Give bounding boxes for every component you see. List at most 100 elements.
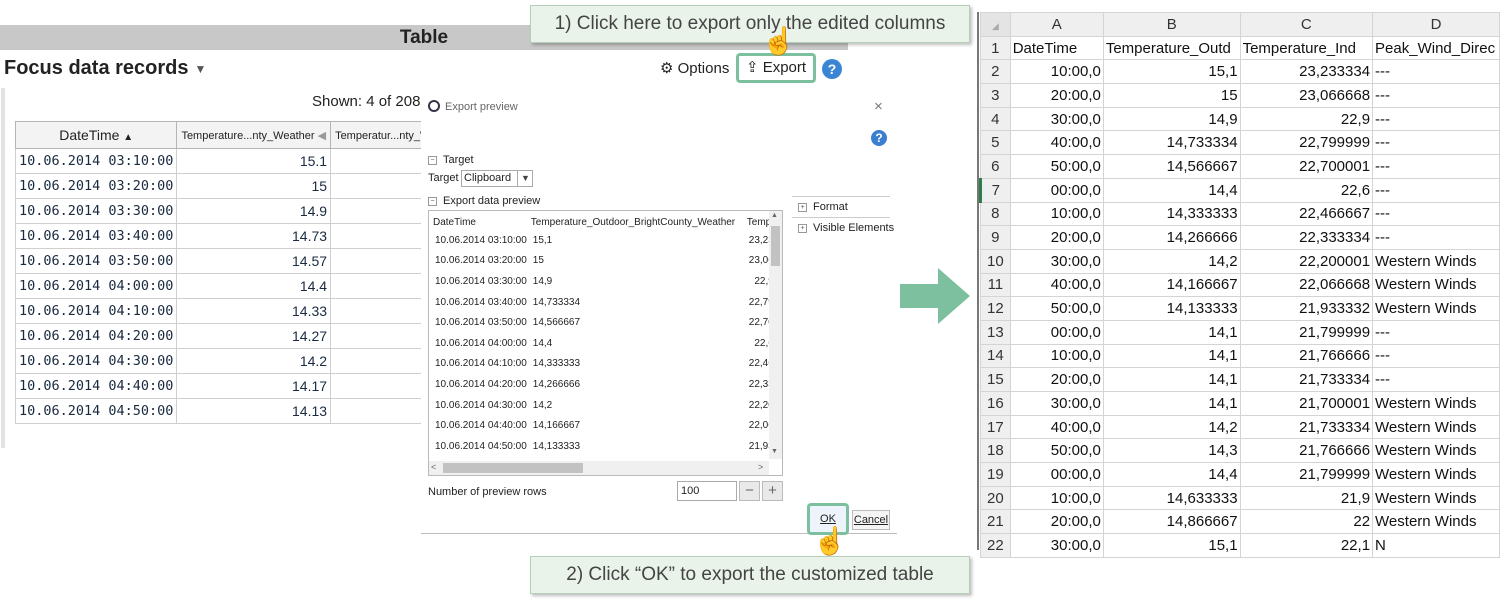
sheet-cell[interactable]: 22,799999: [1239, 130, 1374, 156]
sheet-cell[interactable]: Peak_Wind_Direc: [1372, 35, 1500, 61]
sheet-cell[interactable]: 15,1: [1102, 533, 1241, 558]
sheet-cell[interactable]: 14,133333: [1102, 296, 1241, 321]
sheet-cell[interactable]: 40:00,0: [1009, 272, 1104, 298]
row-header[interactable]: 16: [980, 391, 1011, 416]
increment-button[interactable]: +: [762, 481, 783, 501]
sheet-cell[interactable]: 14,566667: [1102, 154, 1241, 179]
sheet-cell[interactable]: DateTime: [1009, 35, 1104, 61]
sheet-cell[interactable]: 30:00,0: [1009, 106, 1104, 132]
sheet-cell[interactable]: ---: [1372, 106, 1500, 132]
sheet-cell[interactable]: 23,066668: [1239, 83, 1374, 108]
sheet-cell[interactable]: Western Winds: [1372, 509, 1500, 535]
spreadsheet-grid[interactable]: ◢ A B C D 1 DateTime Temperature_Outd Tempe…: [979, 12, 1500, 558]
table-row[interactable]: 10.06.2014 04:20:0014.2722.33: [14, 323, 478, 349]
sheet-cell[interactable]: 30:00,0: [1009, 533, 1104, 558]
table-row[interactable]: 10.06.2014 03:20:001523.07: [14, 173, 478, 199]
sheet-cell[interactable]: 14,1: [1102, 319, 1241, 345]
sheet-cell[interactable]: 15,1: [1102, 59, 1241, 85]
format-section-header[interactable]: + Format: [792, 196, 890, 213]
sheet-cell[interactable]: 50:00,0: [1009, 296, 1104, 321]
sheet-cell[interactable]: ---: [1372, 130, 1500, 156]
export-button[interactable]: ⇪ Export: [736, 53, 816, 83]
sheet-cell[interactable]: 22,6: [1239, 177, 1374, 203]
sheet-cell[interactable]: Temperature_Ind: [1239, 35, 1374, 61]
sheet-cell[interactable]: ---: [1372, 343, 1500, 369]
sheet-cell[interactable]: 00:00,0: [1009, 177, 1104, 203]
row-header[interactable]: 21: [980, 509, 1011, 535]
column-header-d[interactable]: D: [1372, 12, 1500, 37]
sheet-cell[interactable]: 50:00,0: [1009, 154, 1104, 179]
sheet-cell[interactable]: 00:00,0: [1009, 319, 1104, 345]
sheet-cell[interactable]: N: [1372, 533, 1500, 558]
scroll-right-icon[interactable]: >: [758, 462, 763, 472]
sheet-cell[interactable]: ---: [1372, 225, 1500, 250]
sheet-cell[interactable]: ---: [1372, 83, 1500, 108]
help-icon[interactable]: ?: [871, 130, 887, 146]
row-header[interactable]: 13: [980, 319, 1011, 345]
sheet-cell[interactable]: 21,933332: [1239, 296, 1374, 321]
sheet-cell[interactable]: 22,200001: [1239, 248, 1374, 274]
table-row[interactable]: 10.06.2014 04:30:0014.222.2: [14, 348, 478, 374]
column-header-temperature-outdoor[interactable]: Temperature...nty_Weather ◀: [176, 121, 332, 149]
sheet-cell[interactable]: 14,1: [1102, 343, 1241, 369]
row-header[interactable]: 18: [980, 438, 1011, 464]
sheet-cell[interactable]: 40:00,0: [1009, 414, 1104, 440]
chevron-down-icon[interactable]: ▼: [517, 170, 533, 187]
sheet-cell[interactable]: 10:00,0: [1009, 485, 1104, 511]
sheet-cell[interactable]: 23,233334: [1239, 59, 1374, 85]
sheet-cell[interactable]: 22,066668: [1239, 272, 1374, 298]
table-row[interactable]: 10.06.2014 04:10:0014.3322.47: [14, 298, 478, 324]
table-row[interactable]: 10.06.2014 03:10:0015.123.23: [14, 148, 478, 174]
sheet-cell[interactable]: 14,166667: [1102, 272, 1241, 298]
sheet-cell[interactable]: Western Winds: [1372, 485, 1500, 511]
vertical-scrollbar[interactable]: [1, 88, 5, 448]
row-header[interactable]: 19: [980, 462, 1011, 487]
sheet-cell[interactable]: ---: [1372, 319, 1500, 345]
options-button[interactable]: ⚙ Options: [660, 59, 729, 77]
sheet-cell[interactable]: 22: [1239, 509, 1374, 535]
table-row[interactable]: 10.06.2014 04:40:0014.1722.07: [14, 373, 478, 399]
row-header[interactable]: 17: [980, 414, 1011, 440]
sheet-cell[interactable]: 50:00,0: [1009, 438, 1104, 464]
sheet-cell[interactable]: 14,2: [1102, 248, 1241, 274]
sheet-cell[interactable]: Western Winds: [1372, 462, 1500, 487]
preview-rows-input[interactable]: 100: [677, 481, 737, 501]
sheet-cell[interactable]: 14,4: [1102, 462, 1241, 487]
row-header[interactable]: 8: [980, 201, 1011, 227]
table-row[interactable]: 10.06.2014 04:50:0014.1321.93: [14, 398, 478, 424]
help-icon[interactable]: ?: [822, 59, 842, 79]
row-header[interactable]: 4: [980, 106, 1011, 132]
sheet-cell[interactable]: 20:00,0: [1009, 509, 1104, 535]
table-row[interactable]: 10.06.2014 03:40:0014.7322.8: [14, 223, 478, 249]
row-header[interactable]: 6: [980, 154, 1011, 179]
sheet-cell[interactable]: 20:00,0: [1009, 367, 1104, 392]
cancel-button[interactable]: Cancel: [852, 510, 890, 530]
row-header[interactable]: 14: [980, 343, 1011, 369]
export-data-preview-header[interactable]: − Export data preview: [428, 195, 540, 207]
sheet-cell[interactable]: ---: [1372, 367, 1500, 392]
sheet-cell[interactable]: 00:00,0: [1009, 462, 1104, 487]
export-preview-grid[interactable]: DateTime Temperature_Outdoor_BrightCount…: [428, 210, 783, 476]
sheet-cell[interactable]: 21,799999: [1239, 462, 1374, 487]
row-header[interactable]: 3: [980, 83, 1011, 108]
visible-elements-section-header[interactable]: + Visible Elements: [792, 217, 894, 234]
table-row[interactable]: 10.06.2014 04:00:0014.422.6: [14, 273, 478, 299]
sheet-cell[interactable]: ---: [1372, 201, 1500, 227]
records-title-dropdown[interactable]: Focus data records ▼: [4, 57, 206, 80]
sheet-cell[interactable]: 22,466667: [1239, 201, 1374, 227]
sheet-cell[interactable]: 10:00,0: [1009, 343, 1104, 369]
sheet-cell[interactable]: 14,866667: [1102, 509, 1241, 535]
sheet-cell[interactable]: 14,1: [1102, 391, 1241, 416]
sheet-cell[interactable]: 15: [1102, 83, 1241, 108]
sheet-cell[interactable]: 22,1: [1239, 533, 1374, 558]
row-header[interactable]: 10: [980, 248, 1011, 274]
sheet-cell[interactable]: 14,4: [1102, 177, 1241, 203]
sheet-cell[interactable]: 10:00,0: [1009, 201, 1104, 227]
table-row[interactable]: 10.06.2014 03:50:0014.5722.7: [14, 248, 478, 274]
preview-horizontal-scroll-thumb[interactable]: [443, 463, 583, 473]
sheet-cell[interactable]: 14,2: [1102, 414, 1241, 440]
row-header[interactable]: 2: [980, 59, 1011, 85]
sheet-cell[interactable]: 20:00,0: [1009, 225, 1104, 250]
sheet-cell[interactable]: 21,733334: [1239, 414, 1374, 440]
sheet-cell[interactable]: 14,9: [1102, 106, 1241, 132]
